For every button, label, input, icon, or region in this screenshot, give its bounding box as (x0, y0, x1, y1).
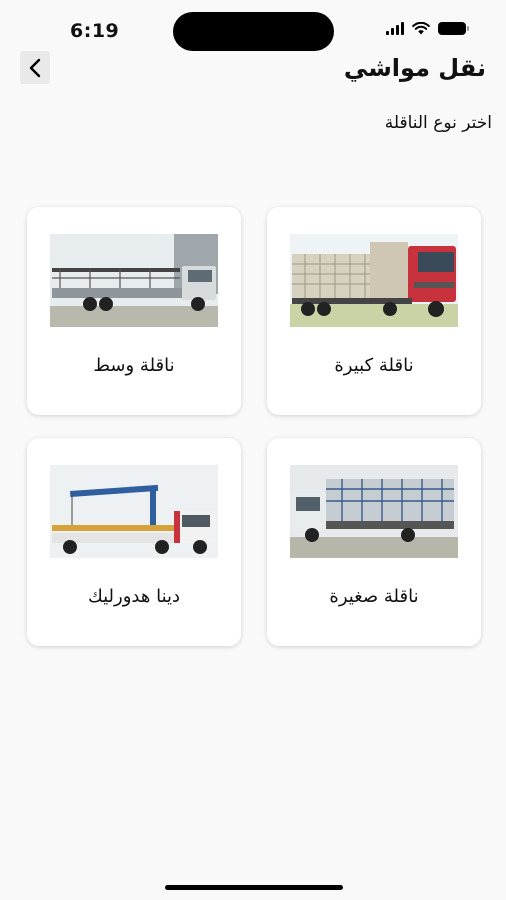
truck-card-large[interactable]: ناقلة كبيرة (267, 207, 481, 415)
hydraulic-crane-truck-image (50, 465, 218, 558)
truck-card-label: ناقلة صغيرة (329, 586, 419, 607)
status-bar: 6:19 (0, 0, 506, 60)
truck-card-small[interactable]: ناقلة صغيرة (267, 438, 481, 646)
cellular-signal-icon (386, 22, 404, 35)
wifi-icon (412, 22, 430, 35)
truck-card-label: ناقلة وسط (93, 355, 175, 376)
truck-card-medium[interactable]: ناقلة وسط (27, 207, 241, 415)
page-title: نقل مواشي (343, 54, 486, 82)
battery-icon (438, 22, 469, 35)
status-time: 6:19 (70, 20, 120, 42)
home-indicator[interactable] (165, 885, 343, 890)
status-icons (386, 22, 469, 35)
dynamic-island (173, 12, 334, 51)
page-subtitle: اختر نوع الناقلة (384, 113, 492, 133)
truck-card-label: دينا هدورليك (87, 586, 181, 607)
truck-card-crane[interactable]: دينا هدورليك (27, 438, 241, 646)
small-cage-truck-image (290, 465, 458, 558)
back-button[interactable] (20, 51, 50, 84)
medium-flatbed-truck-image (50, 234, 218, 327)
chevron-left-icon (29, 58, 41, 77)
truck-card-label: ناقلة كبيرة (334, 355, 414, 376)
large-livestock-truck-image (290, 234, 458, 327)
